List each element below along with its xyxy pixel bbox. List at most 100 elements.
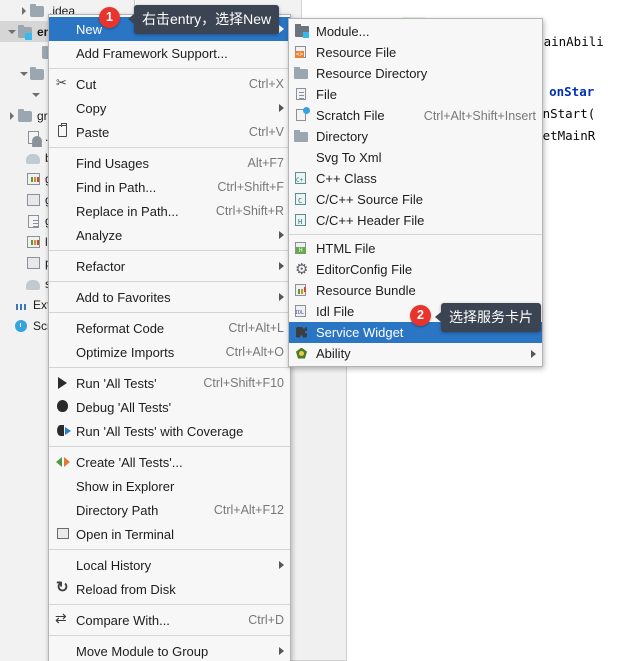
context-menu[interactable]: New Add Framework Support... Cut Ctrl+X Copy… — [48, 14, 291, 661]
ability-icon-glyph — [295, 347, 308, 360]
puzzle-icon-glyph — [295, 326, 308, 339]
submenu-item-c-c-header-file[interactable]: C/C++ Header File — [289, 210, 542, 231]
menu-item-shortcut: Ctrl+Shift+R — [215, 204, 284, 218]
chevron-right-icon — [279, 647, 284, 655]
menu-item-label: Reformat Code — [76, 320, 165, 336]
menu-item-paste[interactable]: Paste Ctrl+V — [49, 120, 290, 144]
menu-item-open-in-terminal[interactable]: Open in Terminal — [49, 522, 290, 546]
submenu-item-scratch-file[interactable]: Scratch File Ctrl+Alt+Shift+Insert — [289, 105, 542, 126]
menu-item-show-in-explorer[interactable]: Show in Explorer — [49, 474, 290, 498]
menu-item-run-all-tests-with-coverage[interactable]: Run 'All Tests' with Coverage — [49, 419, 290, 443]
submenu-item-directory[interactable]: Directory — [289, 126, 542, 147]
menu-item-debug-all-tests[interactable]: Debug 'All Tests' — [49, 395, 290, 419]
menu-item-cut[interactable]: Cut Ctrl+X — [49, 72, 290, 96]
chevron-right-icon — [279, 231, 284, 239]
gear-icon — [293, 260, 311, 278]
submenu-item-c-class[interactable]: C++ Class — [289, 168, 542, 189]
c-header-icon — [293, 213, 311, 229]
menu-item-shortcut: Ctrl+X — [248, 77, 284, 91]
menu-item-copy[interactable]: Copy — [49, 96, 290, 120]
resource-file-icon-glyph — [295, 45, 306, 58]
debug-icon — [53, 399, 73, 415]
gradle-elephant-icon — [26, 151, 41, 165]
menu-separator — [49, 367, 290, 368]
file-icon — [293, 87, 311, 103]
chevron-down-icon[interactable] — [18, 68, 29, 79]
module-folder-icon-glyph — [18, 24, 32, 40]
chevron-right-icon[interactable] — [18, 5, 29, 16]
menu-icon-placeholder — [53, 320, 73, 336]
chevron-down-icon[interactable] — [6, 26, 17, 37]
menu-item-directory-path[interactable]: Directory Path Ctrl+Alt+F12 — [49, 498, 290, 522]
folder-icon-glyph — [30, 66, 44, 80]
chevron-right-icon — [279, 293, 284, 301]
menu-item-compare-with[interactable]: Compare With... Ctrl+D — [49, 608, 290, 632]
gear-icon-glyph — [295, 260, 308, 278]
submenu-item-ability[interactable]: Ability — [289, 343, 542, 364]
submenu-item-resource-directory[interactable]: Resource Directory — [289, 63, 542, 84]
chevron-right-icon[interactable] — [6, 110, 17, 121]
menu-item-replace-in-path[interactable]: Replace in Path... Ctrl+Shift+R — [49, 199, 290, 223]
menu-item-create-all-tests[interactable]: Create 'All Tests'... — [49, 450, 290, 474]
file-icon-glyph — [28, 214, 39, 228]
menu-icon-placeholder — [53, 258, 73, 274]
submenu-item-file[interactable]: File — [289, 84, 542, 105]
menu-icon-placeholder — [53, 557, 73, 573]
script-icon — [26, 193, 41, 207]
debug-icon-glyph — [57, 400, 68, 412]
menu-item-label: Resource Directory — [316, 66, 428, 81]
submenu-item-resource-bundle[interactable]: Resource Bundle — [289, 280, 542, 301]
submenu-item-module[interactable]: Module... — [289, 21, 542, 42]
menu-item-analyze[interactable]: Analyze — [49, 223, 290, 247]
scratch-file-icon-glyph — [296, 106, 310, 121]
menu-item-label: Resource Bundle — [316, 283, 416, 298]
chevron-down-icon[interactable] — [30, 89, 41, 100]
menu-item-find-usages[interactable]: Find Usages Alt+F7 — [49, 151, 290, 175]
menu-icon-placeholder — [293, 150, 311, 166]
menu-item-run-all-tests[interactable]: Run 'All Tests' Ctrl+Shift+F10 — [49, 371, 290, 395]
submenu-item-resource-file[interactable]: Resource File — [289, 42, 542, 63]
menu-item-local-history[interactable]: Local History — [49, 553, 290, 577]
menu-item-label: Add Framework Support... — [76, 45, 228, 61]
menu-item-label: Show in Explorer — [76, 478, 175, 494]
chevron-right-icon — [279, 262, 284, 270]
menu-item-shortcut: Ctrl+D — [248, 613, 284, 627]
cpp-class-icon — [293, 171, 311, 187]
directory-icon-glyph — [294, 66, 308, 79]
menu-item-label: Move Module to Group — [76, 643, 209, 659]
menu-item-refactor[interactable]: Refactor — [49, 254, 290, 278]
external-libraries-icon — [14, 298, 29, 312]
menu-separator — [289, 234, 542, 235]
menu-icon-placeholder — [53, 478, 73, 494]
coverage-icon — [53, 423, 73, 439]
menu-item-label: Directory Path — [76, 502, 159, 518]
chevron-right-icon — [531, 349, 536, 358]
menu-item-shortcut: Alt+F7 — [247, 156, 284, 170]
menu-item-label: HTML File — [316, 241, 376, 256]
submenu-item-svg-to-xml[interactable]: Svg To Xml — [289, 147, 542, 168]
properties-icon-glyph — [27, 235, 40, 248]
menu-item-add-framework-support[interactable]: Add Framework Support... — [49, 41, 290, 65]
menu-item-label: Run 'All Tests' with Coverage — [76, 423, 244, 439]
menu-item-label: File — [316, 87, 337, 102]
menu-item-optimize-imports[interactable]: Optimize Imports Ctrl+Alt+O — [49, 340, 290, 364]
folder-icon-glyph — [18, 108, 32, 122]
menu-item-label: Compare With... — [76, 612, 170, 628]
html-file-icon-glyph — [295, 241, 306, 254]
folder-icon — [18, 108, 33, 123]
menu-icon-placeholder — [53, 155, 73, 171]
menu-item-find-in-path[interactable]: Find in Path... Ctrl+Shift+F — [49, 175, 290, 199]
menu-item-reload-from-disk[interactable]: Reload from Disk — [49, 577, 290, 601]
submenu-item-c-c-source-file[interactable]: C/C++ Source File — [289, 189, 542, 210]
menu-item-reformat-code[interactable]: Reformat Code Ctrl+Alt+L — [49, 316, 290, 340]
menu-item-move-module-to-group[interactable]: Move Module to Group — [49, 639, 290, 661]
menu-icon-placeholder — [53, 227, 73, 243]
callout-badge-2: 2 — [410, 305, 431, 326]
menu-item-add-to-favorites[interactable]: Add to Favorites — [49, 285, 290, 309]
submenu-item-html-file[interactable]: HTML File — [289, 238, 542, 259]
submenu-item-editorconfig-file[interactable]: EditorConfig File — [289, 259, 542, 280]
